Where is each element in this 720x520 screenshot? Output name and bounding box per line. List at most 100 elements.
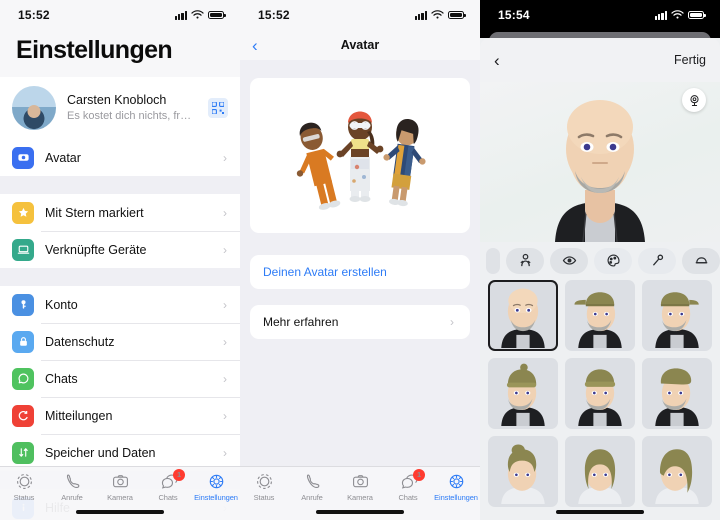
home-indicator — [556, 510, 644, 514]
notification-icon — [12, 404, 34, 427]
tab-status[interactable]: Status — [240, 472, 288, 502]
avatar-option-beanie[interactable] — [565, 358, 635, 429]
status-bar: 15:52 — [0, 0, 240, 30]
learn-more-row[interactable]: Mehr erfahren › — [250, 305, 470, 339]
tab-settings[interactable]: Einstellungen — [432, 472, 480, 502]
sidebar-item-notifications[interactable]: Mitteilungen › — [0, 397, 240, 434]
avatar-option-cap[interactable] — [565, 280, 635, 351]
tab-camera[interactable]: Kamera — [336, 472, 384, 502]
avatar-preview-svg — [555, 100, 645, 242]
profile-section: Carsten Knobloch Es kostet dich nichts, … — [0, 77, 240, 139]
chevron-right-icon: › — [223, 297, 227, 312]
option-thumb — [501, 444, 545, 505]
learn-more-label: Mehr erfahren — [263, 315, 339, 329]
sidebar-item-linked-devices[interactable]: Verknüpfte Geräte › — [0, 231, 240, 268]
sidebar-item-label: Chats — [45, 371, 78, 386]
option-thumb — [574, 292, 622, 349]
tab-settings[interactable]: Einstellungen — [192, 472, 240, 502]
profile-name: Carsten Knobloch — [67, 93, 167, 108]
create-avatar-button[interactable]: Deinen Avatar erstellen — [250, 255, 470, 289]
avatar-icon — [12, 146, 34, 169]
tab-status[interactable]: Status — [0, 472, 48, 502]
avatar-option-grid — [480, 280, 720, 507]
panel-avatar-editor: 15:54 ‹ Fertig — [480, 0, 720, 520]
cellular-bars-icon — [174, 10, 187, 20]
status-indicators — [414, 10, 466, 20]
tab-chats[interactable]: 1 Chats — [384, 469, 432, 502]
avatar-trio-svg — [296, 111, 426, 210]
palette-icon — [607, 254, 619, 267]
avatar-option-side-hair[interactable] — [642, 436, 712, 507]
tab-label: Chats — [158, 493, 178, 502]
tab-chats[interactable]: 1 Chats — [144, 469, 192, 502]
whatsapp-chat-icon — [12, 367, 34, 390]
option-thumb — [501, 363, 545, 427]
status-time: 15:52 — [258, 8, 290, 22]
tool-eyes[interactable] — [550, 247, 588, 274]
panel-settings: 15:52 Einstellungen Carsten Knobloch Es … — [0, 0, 240, 520]
done-button[interactable]: Fertig — [674, 53, 706, 67]
sidebar-item-avatar[interactable]: Avatar › — [0, 139, 240, 176]
tab-calls[interactable]: Anrufe — [48, 472, 96, 502]
avatar-preview — [480, 82, 720, 242]
tool-makeup[interactable] — [638, 247, 676, 274]
sidebar-item-starred[interactable]: Mit Stern markiert › — [0, 194, 240, 231]
nav-title: Avatar — [340, 38, 380, 52]
phone-icon — [66, 474, 79, 489]
chevron-right-icon: › — [223, 408, 227, 423]
status-bar: 15:52 — [240, 0, 480, 30]
option-thumb — [655, 292, 699, 349]
tool-body[interactable] — [506, 247, 544, 274]
back-button[interactable]: ‹ — [494, 52, 500, 69]
avatar[interactable] — [12, 86, 56, 130]
section-divider — [0, 268, 240, 286]
page-title: Einstellungen — [0, 30, 240, 77]
tab-label: Status — [253, 493, 275, 502]
qr-code-icon[interactable] — [208, 98, 228, 118]
tab-label: Anrufe — [301, 493, 323, 502]
battery-icon — [208, 11, 226, 19]
camera-icon — [352, 475, 368, 488]
avatar-option-bun[interactable] — [488, 436, 558, 507]
avatar-option-long-hair[interactable] — [565, 436, 635, 507]
sidebar-item-account[interactable]: Konto › — [0, 286, 240, 323]
tab-label: Anrufe — [61, 493, 83, 502]
laptop-icon — [12, 238, 34, 261]
back-button[interactable]: ‹ — [252, 37, 258, 54]
wifi-icon — [191, 10, 204, 19]
avatar-option-bald[interactable] — [488, 280, 558, 351]
tool-headwear[interactable] — [682, 247, 720, 274]
option-thumb — [578, 369, 622, 427]
option-thumb — [501, 288, 545, 349]
eye-icon — [562, 256, 576, 265]
chats-badge: 1 — [413, 469, 425, 481]
tab-calls[interactable]: Anrufe — [288, 472, 336, 502]
tool-color[interactable] — [594, 247, 632, 274]
sidebar-item-label: Speicher und Daten — [45, 445, 156, 460]
avatar-option-beret[interactable] — [642, 358, 712, 429]
person-icon — [519, 253, 531, 267]
camera-icon — [112, 475, 128, 488]
chevron-right-icon: › — [223, 334, 227, 349]
sidebar-item-chats[interactable]: Chats › — [0, 360, 240, 397]
battery-icon — [448, 11, 466, 19]
status-indicators — [174, 10, 226, 20]
tool-prev-partial[interactable] — [486, 247, 500, 274]
wifi-icon — [431, 10, 444, 19]
chevron-right-icon: › — [223, 205, 227, 220]
star-icon — [12, 201, 34, 224]
camera-rotate-icon[interactable] — [682, 88, 706, 112]
tab-label: Status — [13, 493, 35, 502]
battery-icon — [688, 11, 706, 19]
cellular-bars-icon — [654, 10, 667, 20]
avatar-option-beanie-bobble[interactable] — [488, 358, 558, 429]
cellular-bars-icon — [414, 10, 427, 20]
settings-group-two: Mit Stern markiert › Verknüpfte Geräte › — [0, 194, 240, 268]
settings-group-avatar: Avatar › — [0, 139, 240, 176]
profile-row[interactable]: Carsten Knobloch Es kostet dich nichts, … — [0, 77, 240, 139]
section-divider — [0, 176, 240, 194]
avatar-option-cap-back[interactable] — [642, 280, 712, 351]
sidebar-item-privacy[interactable]: Datenschutz › — [0, 323, 240, 360]
status-bar: 15:54 — [480, 0, 720, 30]
tab-camera[interactable]: Kamera — [96, 472, 144, 502]
